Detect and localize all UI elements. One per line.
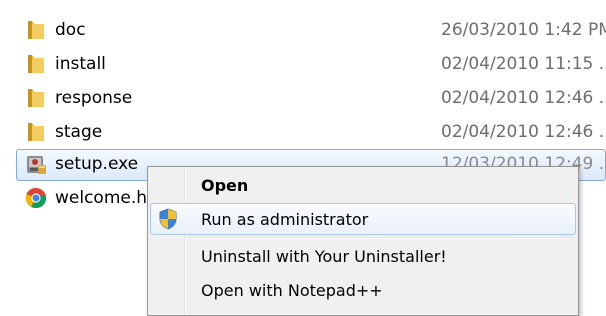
file-row-install[interactable]: install 02/04/2010 11:15 ... [16,49,606,79]
uac-shield-icon [158,208,178,230]
file-row-response[interactable]: response 02/04/2010 12:46 ... [16,83,606,113]
menu-item-label: Open with Notepad++ [201,281,383,300]
chrome-icon [24,186,48,210]
menu-item-label: Run as administrator [201,210,369,229]
file-date: 02/04/2010 11:15 ... [441,54,606,74]
file-row-stage[interactable]: stage 02/04/2010 12:46 ... [16,117,606,147]
folder-icon [24,86,48,110]
file-row-doc[interactable]: doc 26/03/2010 1:42 PM [16,15,606,45]
file-name: doc [55,20,86,40]
menu-item-run-as-administrator[interactable]: Run as administrator [150,203,576,235]
file-date: 02/04/2010 12:46 ... [441,88,606,108]
setup-exe-icon [24,152,48,176]
file-name: install [55,54,106,74]
file-name: response [55,88,133,108]
file-date: 02/04/2010 12:46 ... [441,122,606,142]
folder-icon [24,52,48,76]
menu-item-uninstall-with-your-uninstaller[interactable]: Uninstall with Your Uninstaller! [150,240,576,272]
file-date: 26/03/2010 1:42 PM [441,20,606,40]
folder-icon [24,120,48,144]
menu-separator [188,237,574,239]
menu-item-open[interactable]: Open [150,169,576,201]
context-menu: Open Run as administrator Uninstall with… [147,166,579,316]
menu-item-label: Uninstall with Your Uninstaller! [201,247,447,266]
file-name: welcome.html [55,188,162,208]
menu-item-label: Open [201,176,249,195]
file-name: setup.exe [55,154,139,174]
folder-icon [24,18,48,42]
menu-item-open-with-notepad-plus-plus[interactable]: Open with Notepad++ [150,274,576,306]
file-name: stage [55,122,103,142]
